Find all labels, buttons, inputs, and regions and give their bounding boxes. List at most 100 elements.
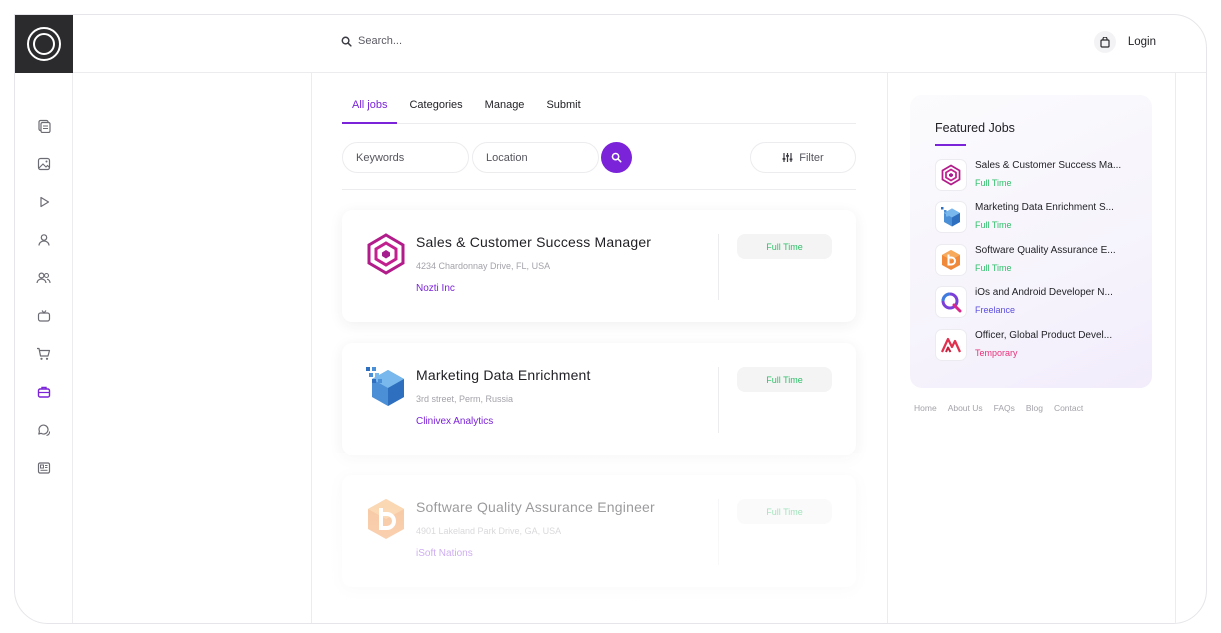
tab-submit[interactable]: Submit (536, 93, 590, 123)
job-title[interactable]: Marketing Data Enrichment (416, 367, 591, 383)
right-column: Featured Jobs Sales & Customer Success M… (888, 73, 1176, 623)
tv-icon (37, 310, 50, 322)
featured-job-type: Full Time (975, 220, 1012, 230)
tab-manage[interactable]: Manage (475, 93, 535, 123)
news-icon (37, 462, 50, 474)
job-company[interactable]: Nozti Inc (416, 283, 455, 294)
search-bar[interactable]: Search... (341, 35, 402, 47)
featured-jobs-title: Featured Jobs (935, 121, 1015, 135)
featured-job-item[interactable]: Marketing Data Enrichment S... Full Time (935, 201, 1135, 235)
job-type-badge: Full Time (737, 234, 832, 259)
sidebar-item-jobs[interactable] (15, 373, 73, 411)
app-frame: Search... Login All jobs Categories Mana… (14, 14, 1207, 624)
job-address: 4901 Lakeland Park Drive, GA, USA (416, 526, 562, 536)
sidebar-item-messages[interactable] (15, 411, 73, 449)
sidebar-item-videos[interactable] (15, 183, 73, 221)
featured-job-title: iOs and Android Developer N... (975, 287, 1113, 298)
cart-icon (37, 347, 51, 360)
job-type-badge: Full Time (737, 499, 832, 524)
triangle-logo-icon (940, 337, 962, 353)
location-placeholder: Location (486, 151, 528, 164)
job-title[interactable]: Sales & Customer Success Manager (416, 234, 651, 250)
search-placeholder: Search... (358, 35, 403, 47)
jobs-tabs: All jobs Categories Manage Submit (342, 93, 856, 124)
top-bar: Search... Login (73, 15, 1206, 73)
isoft-logo-icon (942, 250, 960, 270)
featured-job-title: Marketing Data Enrichment S... (975, 202, 1114, 213)
q-logo-icon (941, 292, 962, 313)
job-company[interactable]: Clinivex Analytics (416, 416, 493, 427)
sidebar-item-images[interactable] (15, 145, 73, 183)
sidebar-item-streams[interactable] (15, 297, 73, 335)
footer-links: Home About Us FAQs Blog Contact (914, 403, 1083, 413)
featured-job-type: Freelance (975, 305, 1016, 315)
job-type-badge: Full Time (737, 367, 832, 392)
nozti-logo-icon (941, 164, 961, 186)
featured-job-item[interactable]: Software Quality Assurance E... Full Tim… (935, 244, 1135, 278)
search-icon (341, 36, 352, 47)
featured-jobs-panel: Featured Jobs Sales & Customer Success M… (910, 95, 1152, 388)
sliders-icon (782, 153, 793, 162)
sidebar-item-profile[interactable] (15, 221, 73, 259)
featured-job-type: Temporary (975, 348, 1018, 358)
footer-link-home[interactable]: Home (914, 403, 937, 413)
title-underline (935, 144, 966, 146)
ring-logo-icon (27, 27, 61, 61)
play-icon (39, 196, 49, 208)
filter-button[interactable]: Filter (750, 142, 856, 173)
sidebar-item-news[interactable] (15, 449, 73, 487)
document-icon (37, 119, 51, 133)
job-address: 3rd street, Perm, Russia (416, 394, 514, 404)
featured-job-type: Full Time (975, 263, 1012, 273)
job-card[interactable]: Software Quality Assurance Engineer 4901… (342, 475, 856, 587)
featured-job-item[interactable]: iOs and Android Developer N... Freelance (935, 286, 1135, 320)
tab-categories[interactable]: Categories (399, 93, 472, 123)
chat-icon (37, 424, 50, 437)
image-icon (37, 157, 50, 171)
app-logo[interactable] (15, 15, 73, 73)
company-logo (935, 244, 967, 276)
job-filters: Keywords Location Filter (342, 142, 856, 190)
clinivex-logo-icon (366, 367, 404, 406)
sidebar-item-groups[interactable] (15, 259, 73, 297)
keywords-input[interactable]: Keywords (342, 142, 469, 173)
divider (718, 234, 719, 300)
job-title[interactable]: Software Quality Assurance Engineer (416, 499, 655, 515)
cart-button[interactable] (1093, 31, 1116, 53)
sidebar-item-shop[interactable] (15, 335, 73, 373)
featured-job-type: Full Time (975, 178, 1012, 188)
featured-job-item[interactable]: Sales & Customer Success Ma... Full Time (935, 159, 1135, 193)
tab-all-jobs[interactable]: All jobs (342, 93, 398, 124)
users-icon (36, 272, 51, 284)
briefcase-icon (37, 386, 50, 398)
footer-link-about[interactable]: About Us (948, 403, 983, 413)
footer-link-faqs[interactable]: FAQs (994, 403, 1015, 413)
featured-job-item[interactable]: Officer, Global Product Devel... Tempora… (935, 329, 1135, 363)
featured-job-title: Software Quality Assurance E... (975, 245, 1116, 256)
nozti-logo-icon (367, 233, 405, 275)
company-logo (935, 286, 967, 318)
job-card[interactable]: Marketing Data Enrichment 3rd street, Pe… (342, 343, 856, 455)
location-input[interactable]: Location (472, 142, 599, 173)
job-search-button[interactable] (601, 142, 632, 173)
sidebar-item-documents[interactable] (15, 107, 73, 145)
job-address: 4234 Chardonnay Drive, FL, USA (416, 261, 551, 271)
footer-link-contact[interactable]: Contact (1054, 403, 1083, 413)
login-link[interactable]: Login (1128, 36, 1156, 48)
featured-job-title: Sales & Customer Success Ma... (975, 160, 1122, 171)
search-icon (611, 152, 622, 163)
keywords-placeholder: Keywords (356, 151, 405, 164)
company-logo (935, 201, 967, 233)
company-logo (935, 329, 967, 361)
divider (718, 499, 719, 565)
clinivex-logo-icon (941, 207, 960, 227)
footer-link-blog[interactable]: Blog (1026, 403, 1043, 413)
job-company[interactable]: iSoft Nations (416, 548, 473, 559)
isoft-logo-icon (368, 499, 404, 539)
sidebar (15, 73, 73, 623)
user-icon (37, 234, 50, 246)
jobs-main-panel: All jobs Categories Manage Submit Keywor… (311, 73, 888, 623)
job-card[interactable]: Sales & Customer Success Manager 4234 Ch… (342, 210, 856, 322)
featured-job-title: Officer, Global Product Devel... (975, 330, 1113, 341)
company-logo (935, 159, 967, 191)
